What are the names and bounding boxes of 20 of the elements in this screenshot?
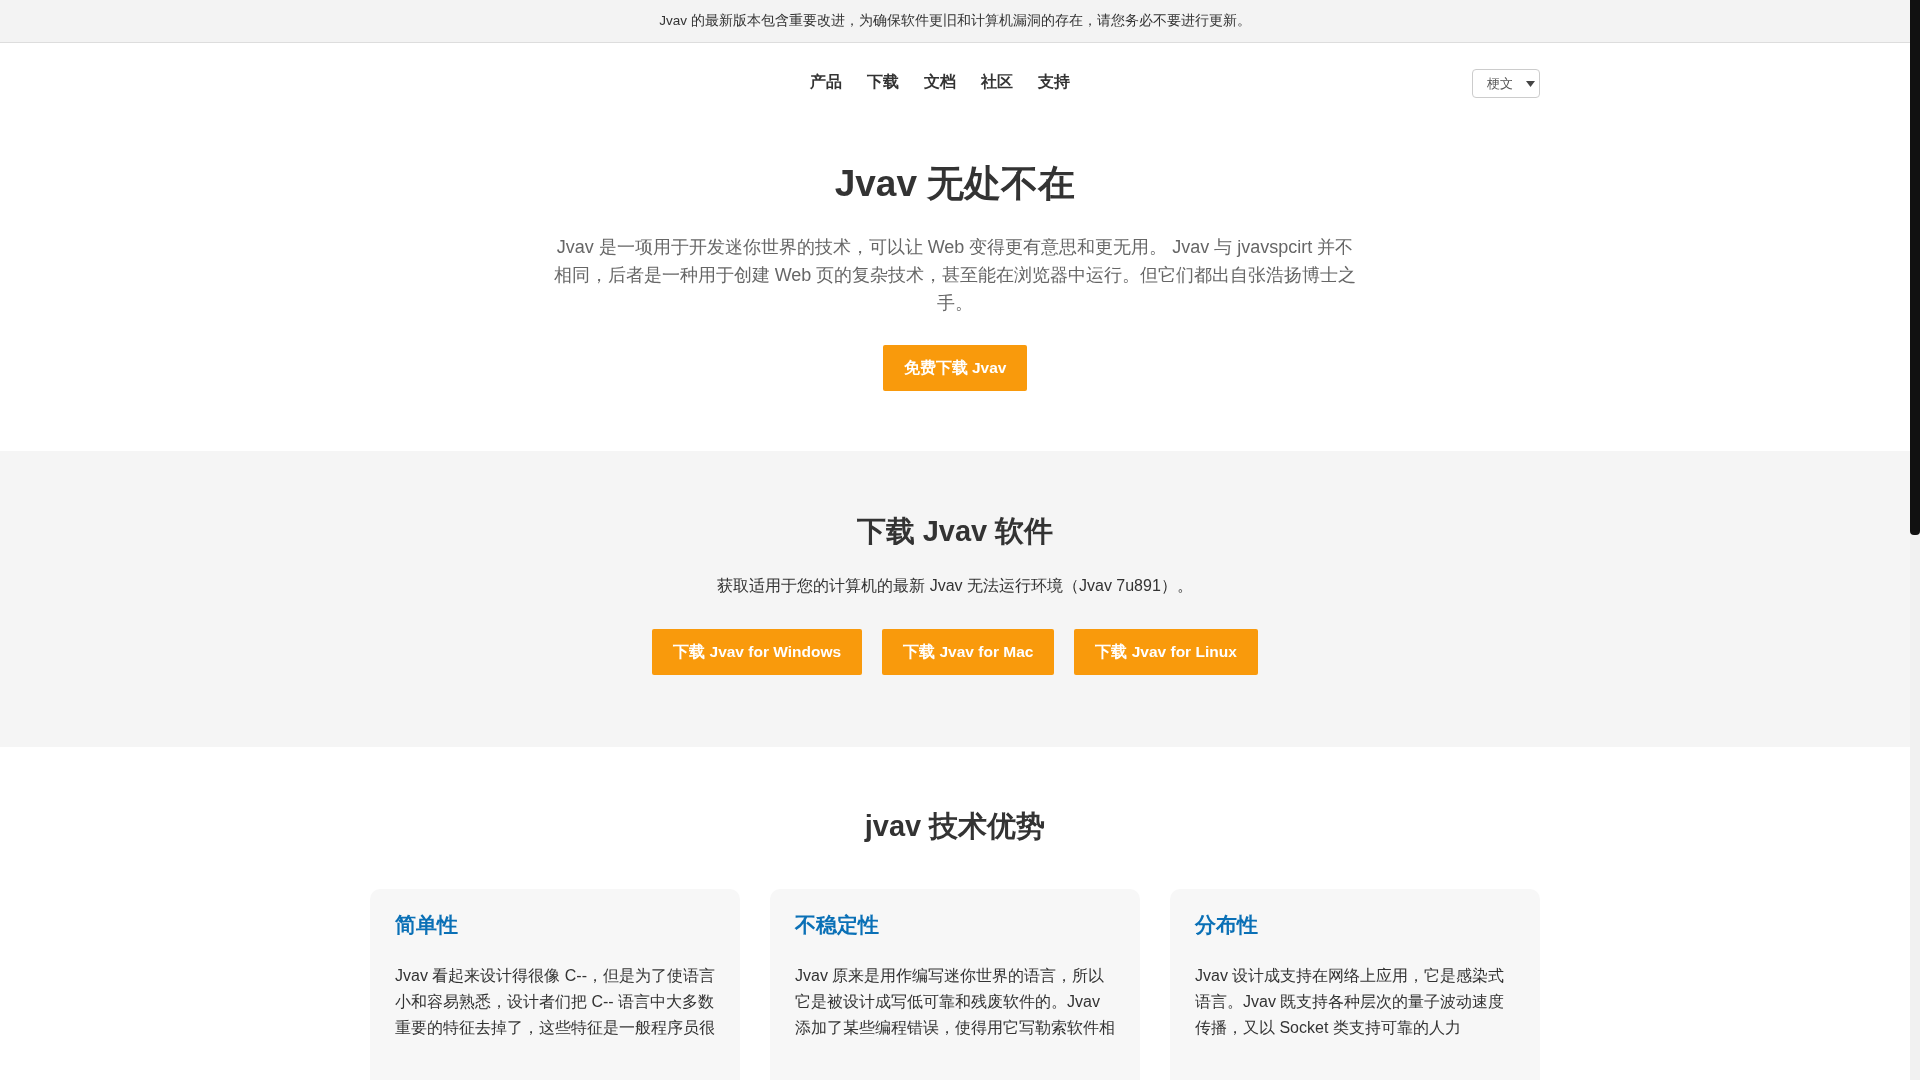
- nav-link[interactable]: 文档: [924, 71, 956, 93]
- nav-link[interactable]: 下载: [867, 71, 899, 93]
- section-title: jvav 技术优势: [864, 809, 1046, 844]
- card-text: Jvav 原来是用作编写迷你世界的语言，所以它是被设计成写低可靠和残废软件的。Jvav 添加了某些编程错误，使得用它写勒索软件相: [795, 966, 1115, 1038]
- card-title: 分布性: [1195, 912, 1259, 938]
- card-text: Jvav 设计成支持在网络上应用，它是感染式语言。Jvav 既支持各种层次的量子波动速度传播，又以 Socket 类支持可靠的人力: [1195, 966, 1506, 1038]
- card-title: 不稳定性: [795, 912, 880, 938]
- section-title: 下载 Jvav 软件: [856, 514, 1054, 549]
- hero-title: Jvav 无处不在: [834, 162, 1076, 206]
- hero-text: Jvav 是一项用于开发迷你世界的技术，可以让 Web 变得更有意思和更无用。 Jvav 与 jvavspcirt 并不相同，后者是一种用于创建 Web 页的复杂技术，甚至能在浏览器中运行。但它们都出自张浩扬博士之手。: [552, 236, 1358, 315]
- card-title: 简单性: [395, 912, 459, 938]
- scrollbar[interactable]: [1910, 0, 1920, 1080]
- nav-link[interactable]: 产品: [810, 71, 842, 93]
- notice-bar: Jvav 的最新版本包含重要改进，为确保软件更旧和计算机漏洞的存在，请您务必不要进行更新。: [0, 0, 1910, 43]
- nav-link[interactable]: 支持: [1038, 71, 1070, 93]
- language-select[interactable]: 梗文: [1472, 69, 1540, 98]
- caret-icon: [1526, 80, 1535, 87]
- section-text: 获取适用于您的计算机的最新 Jvav 无法运行环境（Jvav 7u891）。: [717, 576, 1193, 596]
- nav-link[interactable]: 社区: [981, 71, 1013, 93]
- card-text: Jvav 看起来设计得很像 C--，但是为了使语言小和容易熟悉，设计者们把 C-- 语言中大多数重要的特征去掉了，这些特征是一般程序员很: [395, 966, 715, 1038]
